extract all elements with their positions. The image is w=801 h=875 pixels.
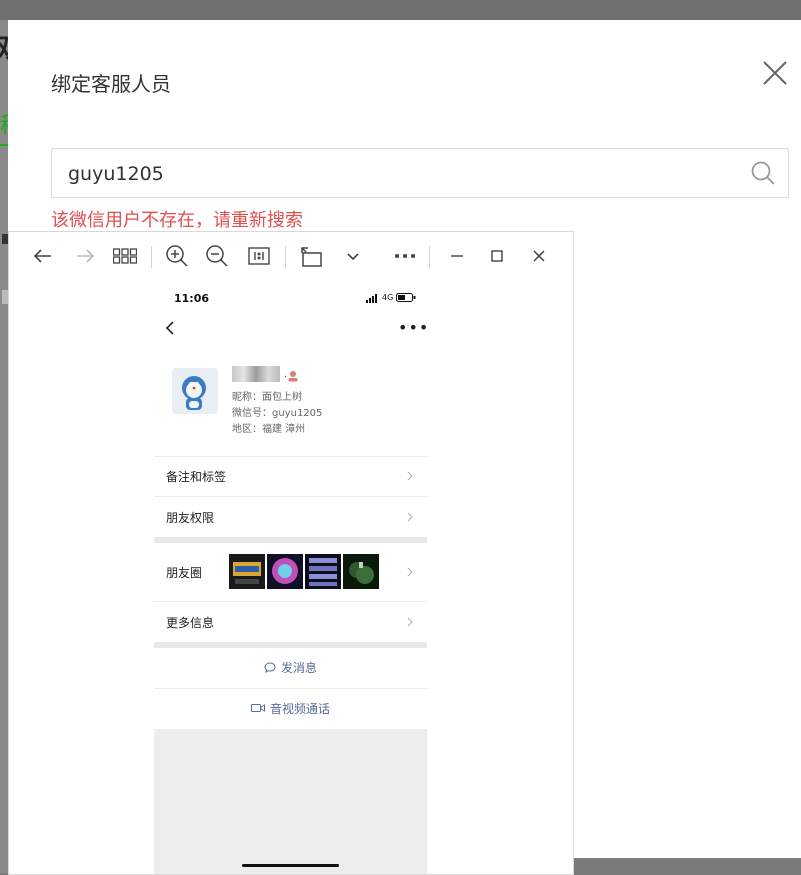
grid-icon[interactable] (112, 244, 138, 268)
error-message: 该微信用户不存在，请重新搜索 (51, 210, 303, 231)
search-box (51, 148, 789, 199)
region-label: 地区：福建 漳州 (232, 424, 306, 435)
chevron-right-icon (407, 512, 413, 522)
background-green-underline (0, 144, 8, 146)
avatar (172, 368, 218, 414)
menu-label: 更多信息 (166, 616, 215, 630)
section-gap (154, 537, 427, 543)
toolbar-separator (151, 246, 152, 268)
signal-icon (366, 294, 377, 303)
background-page-edge: 双 稍 (0, 20, 22, 873)
rotate-icon[interactable] (299, 244, 323, 268)
minimize-icon[interactable] (445, 244, 469, 268)
close-icon[interactable] (758, 56, 792, 90)
video-camera-icon (250, 704, 265, 712)
image-viewer-window: 11:06 4G ••• . 昵称：面包上树 微信号：guyu1205 地区：福… (8, 231, 574, 875)
video-call-button[interactable]: 音视频通话 (154, 689, 427, 729)
chevron-right-icon (407, 471, 413, 481)
menu-more-info[interactable]: 更多信息 (154, 602, 427, 642)
status-time: 11:06 (174, 292, 210, 305)
search-icon[interactable] (750, 160, 776, 186)
nickname-label: 昵称：面包上树 (232, 392, 302, 403)
empty-area (154, 729, 427, 874)
chevron-right-icon (407, 567, 413, 577)
video-call-label: 音视频通话 (270, 702, 331, 716)
toolbar-separator (429, 246, 430, 268)
menu-label: 朋友权限 (166, 511, 215, 525)
moments-thumbnail (305, 554, 341, 589)
close-icon[interactable] (527, 244, 551, 268)
menu-friend-permissions[interactable]: 朋友权限 (154, 497, 427, 537)
background-overlay-top (0, 0, 801, 20)
moments-thumbnail (229, 554, 265, 589)
moments-thumbnail (267, 554, 303, 589)
actual-size-icon[interactable] (247, 244, 271, 268)
network-label: 4G (382, 293, 394, 302)
forward-arrow-icon[interactable] (73, 244, 97, 268)
back-arrow-icon[interactable] (31, 244, 55, 268)
send-message-label: 发消息 (281, 661, 318, 675)
moments-thumbnail (343, 554, 379, 589)
status-indicators: 4G (366, 292, 422, 304)
maximize-icon[interactable] (485, 244, 509, 268)
search-input[interactable] (66, 149, 730, 199)
phone-screenshot: 11:06 4G ••• . 昵称：面包上树 微信号：guyu1205 地区：福… (154, 282, 429, 874)
toolbar-separator (285, 246, 286, 268)
chevron-down-icon[interactable] (341, 244, 365, 268)
blurred-name (232, 366, 280, 382)
home-indicator (242, 864, 339, 867)
modal-title: 绑定客服人员 (51, 72, 171, 96)
viewer-toolbar (9, 232, 573, 280)
battery-icon (396, 293, 416, 302)
zoom-out-icon[interactable] (205, 244, 229, 268)
background-overlay-bottom (572, 858, 801, 873)
zoom-in-icon[interactable] (165, 244, 189, 268)
menu-label: 朋友圈 (166, 566, 203, 580)
send-message-button[interactable]: 发消息 (154, 648, 427, 688)
menu-remarks-tags[interactable]: 备注和标签 (154, 456, 427, 496)
wechat-id-label: 微信号：guyu1205 (232, 408, 323, 419)
chevron-right-icon (407, 617, 413, 627)
gender-icon (287, 367, 299, 382)
menu-label: 备注和标签 (166, 470, 227, 484)
chat-bubble-icon (264, 662, 276, 674)
more-icon[interactable]: ••• (398, 320, 429, 336)
back-icon[interactable] (164, 320, 176, 336)
more-icon[interactable] (393, 244, 417, 268)
